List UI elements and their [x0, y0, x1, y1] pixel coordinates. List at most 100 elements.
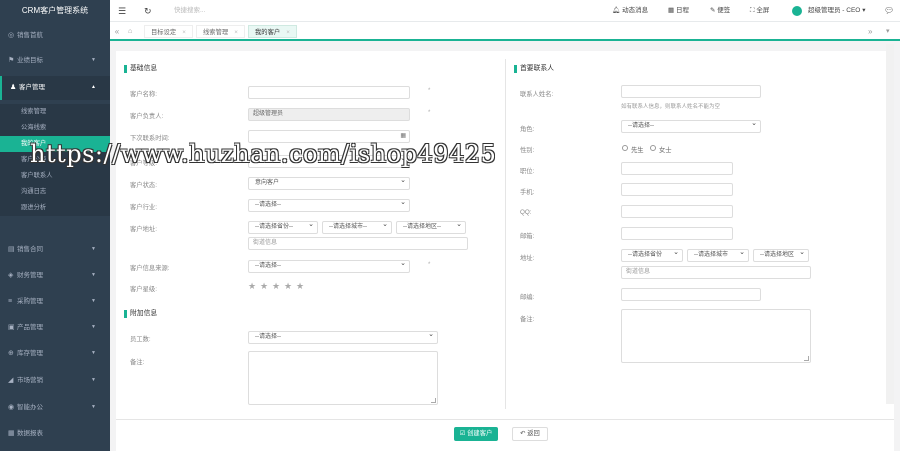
status-label: 客户状态: — [130, 182, 157, 189]
user-menu[interactable]: 超级管理员 - CEO ▾ — [808, 0, 865, 22]
tab-leads[interactable]: 线索管理 × — [196, 25, 245, 38]
scrollbar[interactable] — [886, 44, 894, 404]
email-input[interactable] — [621, 227, 733, 240]
close-icon[interactable]: × — [286, 29, 290, 36]
gender-male-label: 先生 — [631, 147, 644, 154]
quick-search-input[interactable]: 快捷搜索... — [174, 0, 205, 22]
contact-remark-textarea[interactable] — [621, 309, 811, 363]
role-select[interactable]: --请选择-- — [621, 118, 761, 133]
primary-contact-title: 首要联系人 — [514, 65, 554, 73]
money-icon: ◈ — [8, 272, 14, 279]
contact-name-hint: 如有联系人信息，则联系人姓名不能为空 — [621, 104, 721, 110]
footer-divider — [116, 419, 894, 420]
source-select[interactable]: --请选择-- — [248, 258, 410, 273]
app-title: CRM客户管理系统 — [21, 6, 89, 15]
sidebar-item-finance[interactable]: ◈ 财务管理 ▼ — [0, 264, 110, 288]
star-icon[interactable]: ★ — [284, 281, 292, 292]
topbar: ☰ ↻ 快捷搜索... 🔔︎ 动态消息 ▦ 日程 ✎ 便签 ⛶ 全屏 超级管理员… — [110, 0, 900, 22]
close-icon[interactable]: × — [234, 29, 238, 36]
qq-input[interactable] — [621, 205, 733, 218]
contact-province-select[interactable]: --请选择省份 — [621, 247, 683, 262]
box-icon: ▣ — [8, 324, 15, 331]
mobile-label: 手机: — [520, 189, 535, 196]
position-input[interactable] — [621, 162, 733, 175]
star-icon[interactable]: ★ — [260, 281, 268, 292]
chevron-down-icon: ▼ — [91, 324, 96, 330]
calendar-button[interactable]: ▦ 日程 — [668, 0, 689, 22]
chat-icon[interactable]: 💬︎ — [884, 0, 894, 22]
chevron-down-icon: ▼ — [91, 246, 96, 252]
sidebar-item-customers[interactable]: ♟ 客户管理 ▲ — [0, 76, 110, 100]
zip-input[interactable] — [621, 288, 761, 301]
province-select[interactable]: --请选择省份-- — [248, 219, 318, 234]
tab-scroll-left-icon[interactable]: « — [110, 22, 124, 41]
chart-icon: ◢ — [8, 377, 14, 384]
mobile-input[interactable] — [621, 183, 733, 196]
tab-menu-icon[interactable]: ▾ — [886, 22, 890, 41]
sidebar-item-reports[interactable]: ▦ 数据报表 — [0, 422, 110, 446]
sidebar-item-purchase[interactable]: ≡ 采购管理 ▼ — [0, 290, 110, 314]
report-icon: ▦ — [8, 430, 15, 437]
chevron-down-icon: ▼ — [91, 298, 96, 304]
menu-icon[interactable]: ☰ — [118, 0, 126, 22]
star-icon[interactable]: ★ — [248, 281, 256, 292]
fullscreen-button[interactable]: ⛶ 全屏 — [750, 0, 769, 22]
sidebar-item-home[interactable]: ◎ 销售首航 — [0, 24, 110, 48]
required-mark: * — [428, 88, 431, 94]
contact-street-input[interactable]: 街道信息 — [621, 266, 811, 279]
status-select[interactable]: 意向客户 — [248, 175, 410, 190]
remark-textarea[interactable] — [248, 351, 438, 405]
position-label: 职位: — [520, 168, 535, 175]
chevron-down-icon: ▼ — [91, 57, 96, 63]
customer-name-input[interactable] — [248, 86, 410, 99]
notes-button[interactable]: ✎ 便签 — [710, 0, 730, 22]
home-tab-icon[interactable]: ⌂ — [128, 22, 132, 41]
sidebar-item-inventory[interactable]: ⊕ 库存管理 ▼ — [0, 342, 110, 366]
sidebar-item-goals[interactable]: ⚑ 业绩目标 ▼ — [0, 49, 110, 73]
star-icon[interactable]: ★ — [296, 281, 304, 292]
warehouse-icon: ⊕ — [8, 350, 14, 357]
tab-bar: « ⌂ 目标设定 × 线索管理 × 我的客户 × » ▾ — [110, 22, 900, 41]
gender-female-radio[interactable] — [650, 145, 656, 151]
zip-label: 邮编: — [520, 294, 535, 301]
sidebar-subitem-analysis[interactable]: 跟进分析 — [0, 200, 110, 216]
sidebar-subitem-logs[interactable]: 沟通日志 — [0, 184, 110, 200]
contact-city-select[interactable]: --请选择城市 — [687, 247, 749, 262]
back-button[interactable]: ↶ 返回 — [512, 427, 548, 441]
street-input[interactable]: 街道信息 — [248, 237, 468, 250]
tab-scroll-right-icon[interactable]: » — [868, 22, 872, 41]
star-icon[interactable]: ★ — [272, 281, 280, 292]
owner-input[interactable]: 超级管理员 — [248, 108, 410, 121]
sidebar-item-marketing[interactable]: ◢ 市场营销 ▼ — [0, 369, 110, 393]
close-icon[interactable]: × — [182, 29, 186, 36]
purchase-icon: ≡ — [8, 298, 13, 305]
staff-select[interactable]: --请选择-- — [248, 329, 438, 344]
avatar — [792, 6, 802, 16]
sidebar-item-contracts[interactable]: ▤ 销售合同 ▼ — [0, 238, 110, 262]
tab-my-customers[interactable]: 我的客户 × — [248, 25, 297, 38]
basic-info-title: 基础信息 — [124, 65, 157, 73]
refresh-icon[interactable]: ↻ — [144, 0, 152, 22]
contact-district-select[interactable]: --请选择地区 — [753, 247, 809, 262]
industry-select[interactable]: --请选择-- — [248, 197, 410, 212]
address-label: 客户地址: — [130, 226, 157, 233]
contact-address-label: 地址: — [520, 255, 535, 262]
sidebar-subitem-public-leads[interactable]: 公海线索 — [0, 120, 110, 136]
sidebar: CRM客户管理系统 ◎ 销售首航 ⚑ 业绩目标 ▼ ♟ 客户管理 ▲ 线索管理 公海线索 … — [0, 0, 110, 451]
sidebar-subitem-leads[interactable]: 线索管理 — [0, 104, 110, 120]
gender-female-label: 女士 — [659, 147, 672, 154]
gender-male-radio[interactable] — [622, 145, 628, 151]
contact-name-input[interactable] — [621, 85, 761, 98]
sidebar-item-office[interactable]: ◉ 智能办公 ▼ — [0, 396, 110, 420]
check-icon: ☑ — [459, 430, 468, 437]
sidebar-item-products[interactable]: ▣ 产品管理 ▼ — [0, 316, 110, 340]
flag-icon: ⚑ — [8, 57, 15, 64]
email-label: 邮箱: — [520, 233, 535, 240]
bell-icon: 🔔︎ — [612, 7, 623, 14]
city-select[interactable]: --请选择城市-- — [322, 219, 392, 234]
sidebar-subitem-contacts[interactable]: 客户联系人 — [0, 168, 110, 184]
notice-button[interactable]: 🔔︎ 动态消息 — [612, 0, 648, 22]
tab-goal-setting[interactable]: 目标设定 × — [144, 25, 193, 38]
create-customer-button[interactable]: ☑ 创建客户 — [454, 427, 498, 441]
district-select[interactable]: --请选择地区-- — [396, 219, 466, 234]
